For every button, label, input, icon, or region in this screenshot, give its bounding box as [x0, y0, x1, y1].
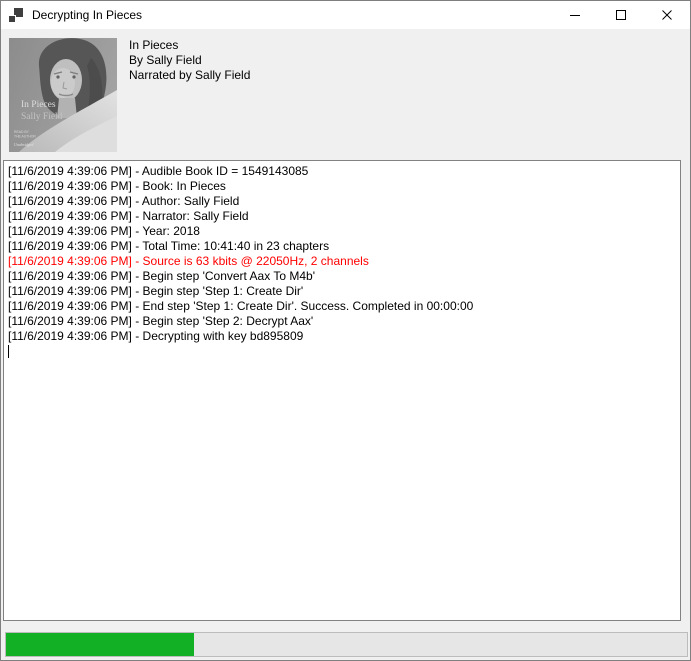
log-line: [11/6/2019 4:39:06 PM] - Begin step 'Con… [8, 269, 678, 284]
maximize-button[interactable] [598, 1, 644, 29]
maximize-icon [616, 10, 626, 20]
titlebar: Decrypting In Pieces [1, 1, 690, 29]
book-narrator: Narrated by Sally Field [129, 68, 250, 83]
cover-author: Sally Field [21, 112, 63, 122]
log-line: [11/6/2019 4:39:06 PM] - Audible Book ID… [8, 164, 678, 179]
minimize-button[interactable] [552, 1, 598, 29]
log-line: [11/6/2019 4:39:06 PM] - End step 'Step … [8, 299, 678, 314]
progress-bar [5, 632, 688, 657]
app-window: Decrypting In Pieces [0, 0, 691, 661]
book-info: In Pieces By Sally Field Narrated by Sal… [129, 38, 250, 83]
log-line: [11/6/2019 4:39:06 PM] - Total Time: 10:… [8, 239, 678, 254]
close-icon [662, 10, 672, 20]
window-title: Decrypting In Pieces [32, 8, 142, 22]
log-line: [11/6/2019 4:39:06 PM] - Author: Sally F… [8, 194, 678, 209]
minimize-icon [570, 10, 580, 20]
app-icon [9, 8, 23, 22]
cover-edition: Unabridged [14, 142, 34, 147]
book-cover-image: In Pieces Sally Field READ BY THE AUTHOR… [9, 38, 117, 152]
book-title: In Pieces [129, 38, 250, 53]
cover-title: In Pieces [21, 100, 56, 110]
caret-line [8, 344, 678, 359]
log-line: [11/6/2019 4:39:06 PM] - Begin step 'Ste… [8, 284, 678, 299]
window-controls [552, 1, 690, 29]
log-line: [11/6/2019 4:39:06 PM] - Book: In Pieces [8, 179, 678, 194]
cover-badge-line2: THE AUTHOR [14, 135, 36, 139]
log-line: [11/6/2019 4:39:06 PM] - Narrator: Sally… [8, 209, 678, 224]
book-author: By Sally Field [129, 53, 250, 68]
log-line: [11/6/2019 4:39:06 PM] - Source is 63 kb… [8, 254, 678, 269]
log-line: [11/6/2019 4:39:06 PM] - Year: 2018 [8, 224, 678, 239]
log-output[interactable]: [11/6/2019 4:39:06 PM] - Audible Book ID… [3, 160, 681, 621]
close-button[interactable] [644, 1, 690, 29]
text-caret [8, 345, 9, 358]
cover-badge-line1: READ BY [14, 130, 30, 134]
progress-fill [6, 633, 194, 656]
log-line: [11/6/2019 4:39:06 PM] - Begin step 'Ste… [8, 314, 678, 329]
log-line: [11/6/2019 4:39:06 PM] - Decrypting with… [8, 329, 678, 344]
